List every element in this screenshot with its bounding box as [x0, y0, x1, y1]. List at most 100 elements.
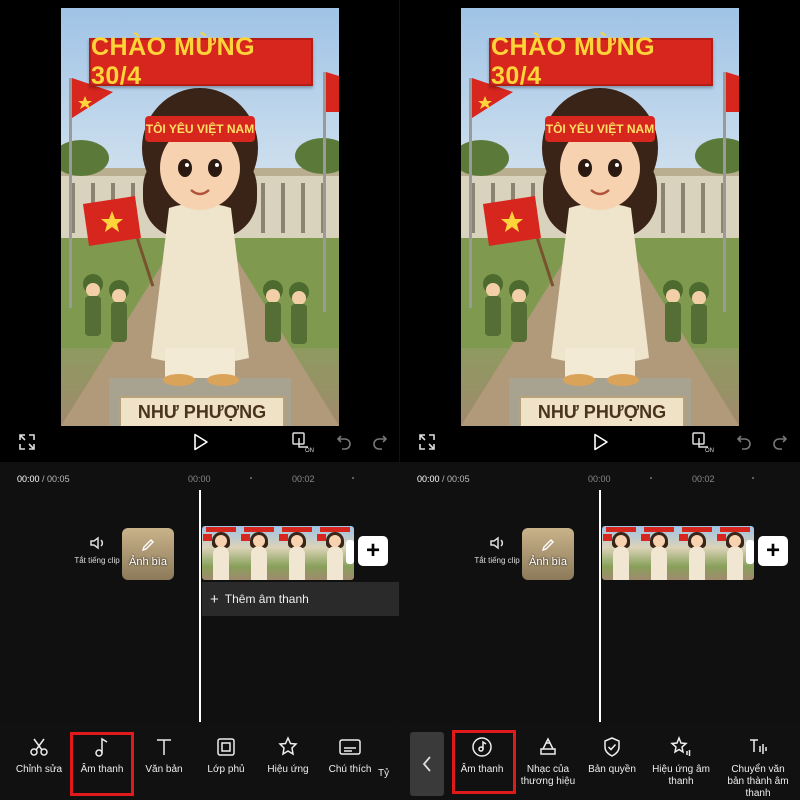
audio-toolbar: Âm thanh Nhạc của thương hiệu Bản quyền … [400, 722, 800, 800]
caption-icon [339, 739, 361, 755]
keyframe-on-icon[interactable]: ON [690, 428, 716, 456]
play-icon[interactable] [590, 428, 612, 456]
tick-dot [752, 477, 754, 479]
scissors-icon [30, 738, 48, 756]
video-preview[interactable]: CHÀO MỪNG 30/4 TÔI YÊU VIỆT NAM NHƯ PHƯỢ… [61, 8, 339, 426]
tool-copyright[interactable]: Bản quyền [582, 736, 642, 776]
tool-brand-music[interactable]: Nhạc của thương hiệu [518, 736, 578, 788]
playhead[interactable] [599, 490, 601, 728]
clip-trim-handle[interactable] [346, 540, 354, 564]
cover-label: Ảnh bìa [129, 556, 167, 568]
tick-dot [650, 477, 652, 479]
tool-text-to-speech[interactable]: Chuyển văn bản thành âm thanh [722, 736, 794, 800]
mute-clip-label: Tắt tiếng clip [474, 556, 520, 565]
tool-label: Văn bản [145, 764, 183, 775]
current-time: 00:00 [17, 474, 40, 484]
add-audio-label: Thêm âm thanh [224, 592, 309, 606]
cover-label: Ảnh bìa [529, 556, 567, 568]
svg-text:ON: ON [705, 448, 714, 453]
cover-thumbnail[interactable]: Ảnh bìa [522, 528, 574, 580]
name-plaque: NHƯ PHƯỢNG [519, 396, 685, 426]
video-clip-strip[interactable] [602, 526, 754, 580]
tool-label: Tỷ [378, 768, 390, 779]
clip-trim-handle[interactable] [746, 540, 754, 564]
plus-icon: + [210, 590, 219, 608]
fullscreen-icon[interactable] [416, 428, 438, 456]
total-time: / 00:05 [442, 474, 470, 484]
chevron-left-icon [422, 756, 431, 772]
highlight-box [70, 732, 134, 796]
cover-thumbnail[interactable]: Ảnh bìa [122, 528, 174, 580]
add-clip-button[interactable]: + [758, 536, 788, 566]
text-icon [157, 739, 171, 755]
tool-label: Lớp phủ [207, 764, 245, 775]
play-icon[interactable] [190, 428, 212, 456]
clip-frame [678, 526, 716, 580]
tool-label: Chỉnh sửa [15, 764, 63, 775]
undo-icon[interactable] [734, 428, 754, 456]
sound-effect-icon [670, 736, 691, 756]
welcome-banner: CHÀO MỪNG 30/4 [489, 33, 713, 90]
clip-frame [240, 526, 278, 580]
right-screen: CHÀO MỪNG 30/4 TÔI YÊU VIỆT NAM NHƯ PHƯỢ… [400, 0, 800, 800]
tool-label: Nhạc của thương hiệu [520, 764, 576, 787]
headband-text: TÔI YÊU VIỆT NAM [545, 116, 655, 142]
tick-2: 00:02 [692, 474, 715, 484]
video-clip-strip[interactable] [202, 526, 354, 580]
tick-2: 00:02 [292, 474, 315, 484]
main-toolbar: Chỉnh sửa Âm thanh Văn bản Lớp phủ Hiệu … [0, 722, 400, 800]
tool-captions[interactable]: Chú thích [320, 736, 380, 776]
overlay-icon [217, 738, 235, 756]
tick-dot [250, 477, 252, 479]
timeline[interactable]: 00:00 / 00:05 00:00 00:02 Tắt tiếng clip… [400, 462, 800, 728]
svg-text:ON: ON [305, 448, 314, 453]
add-audio-track[interactable]: + Thêm âm thanh [202, 582, 400, 616]
clip-frame [640, 526, 678, 580]
keyframe-on-icon[interactable]: ON [290, 428, 316, 456]
highlight-box [452, 730, 516, 794]
tool-label: Bản quyền [588, 764, 636, 775]
pencil-icon [141, 539, 154, 552]
name-plaque: NHƯ PHƯỢNG [119, 396, 285, 426]
playback-controls: ON [0, 428, 400, 458]
left-screen: CHÀO MỪNG 30/4 TÔI YÊU VIỆT NAM NHƯ PHƯỢ… [0, 0, 400, 800]
undo-icon[interactable] [334, 428, 354, 456]
brand-music-icon [540, 737, 556, 755]
headband-text: TÔI YÊU VIỆT NAM [145, 116, 255, 142]
time-display: 00:00 / 00:05 [17, 474, 70, 484]
mute-clip-button[interactable]: Tắt tiếng clip [72, 534, 122, 565]
add-clip-button[interactable]: + [358, 536, 388, 566]
tick-dot [352, 477, 354, 479]
speaker-icon [490, 536, 504, 550]
mute-clip-button[interactable]: Tắt tiếng clip [472, 534, 522, 565]
playback-controls: ON [400, 428, 800, 458]
redo-icon[interactable] [770, 428, 790, 456]
redo-icon[interactable] [370, 428, 390, 456]
timeline[interactable]: 00:00 / 00:05 00:00 00:02 Tắt tiếng clip… [0, 462, 400, 728]
tool-label: Chuyển văn bản thành âm thanh [727, 764, 789, 799]
clip-frame [602, 526, 640, 580]
mute-clip-label: Tắt tiếng clip [74, 556, 120, 565]
tool-label: Hiệu ứng [267, 764, 309, 775]
fullscreen-icon[interactable] [16, 428, 38, 456]
speaker-icon [90, 536, 104, 550]
time-display: 00:00 / 00:05 [417, 474, 470, 484]
tool-label: Chú thích [328, 764, 372, 775]
tool-ratio-partial[interactable]: Tỷ [378, 768, 400, 780]
tool-text[interactable]: Văn bản [134, 736, 194, 776]
tool-edit[interactable]: Chỉnh sửa [9, 736, 69, 776]
total-time: / 00:05 [42, 474, 70, 484]
video-preview[interactable]: CHÀO MỪNG 30/4 TÔI YÊU VIỆT NAM NHƯ PHƯỢ… [461, 8, 739, 426]
tool-label: Hiệu ứng âm thanh [652, 764, 710, 787]
tool-effects[interactable]: Hiệu ứng [258, 736, 318, 776]
current-time: 00:00 [417, 474, 440, 484]
tool-sound-effects[interactable]: Hiệu ứng âm thanh [646, 736, 716, 788]
tool-overlay[interactable]: Lớp phủ [196, 736, 256, 776]
shield-check-icon [604, 737, 620, 757]
sparkle-star-icon [278, 736, 298, 756]
clip-frame [202, 526, 240, 580]
back-button[interactable] [410, 732, 444, 796]
clip-frame [278, 526, 316, 580]
pencil-icon [541, 539, 554, 552]
playhead[interactable] [199, 490, 201, 728]
